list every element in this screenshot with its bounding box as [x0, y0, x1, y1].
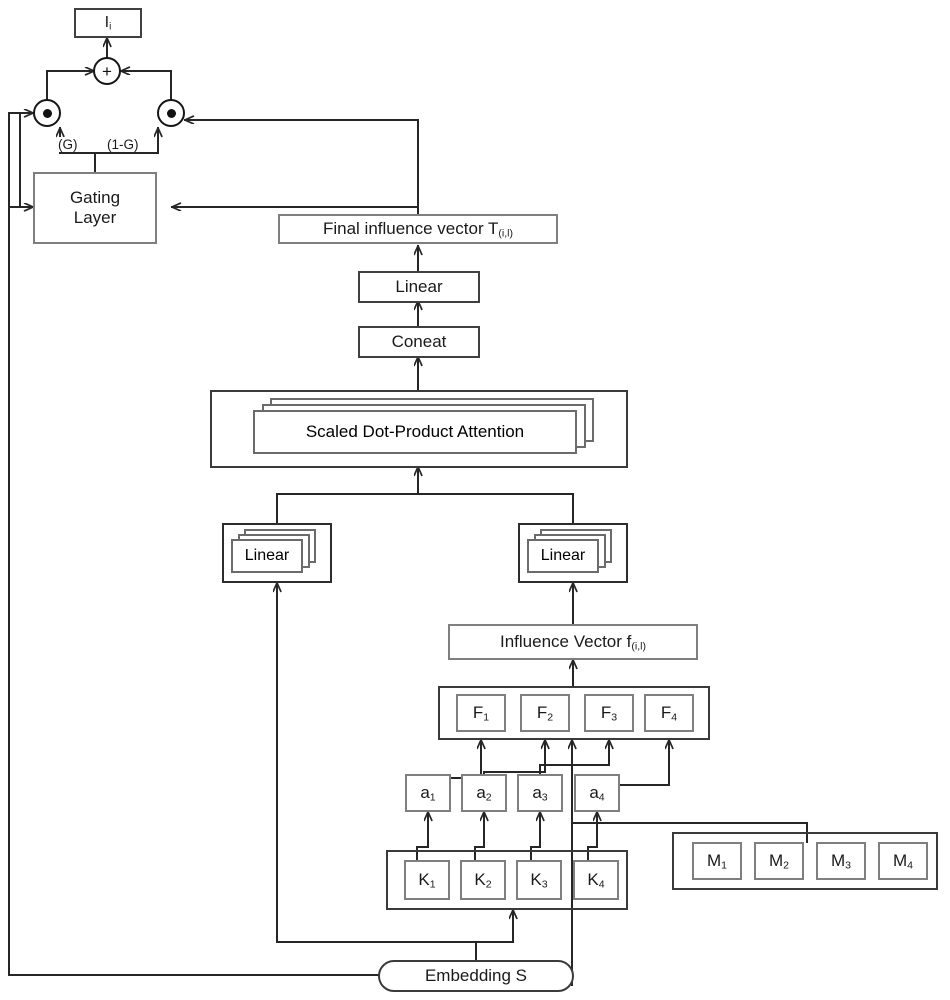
attention-stack: Scaled Dot-Product Attention — [210, 390, 628, 468]
k-box-2: K2 — [460, 860, 506, 900]
m-box-2-label: M2 — [768, 850, 790, 872]
f-box-2-label: F2 — [536, 702, 554, 724]
diagram-canvas: Ii + (G) (1-G) Gating Layer Final influe… — [0, 0, 950, 1000]
gate-label-1-G: (1-G) — [106, 137, 140, 152]
concat-label: Coneat — [391, 332, 447, 352]
m-box-2: M2 — [754, 842, 804, 880]
embedding-s-label: Embedding S — [424, 966, 528, 985]
attention-label: Scaled Dot-Product Attention — [305, 422, 525, 441]
a-box-3: a3 — [517, 774, 563, 812]
a-box-2: a2 — [461, 774, 507, 812]
m-box-1-label: M1 — [706, 850, 728, 872]
concat-box: Coneat — [358, 326, 480, 358]
linear-left-label: Linear — [244, 547, 290, 564]
influence-vector-box: Influence Vector f(i,l) — [448, 624, 698, 660]
linear-top-label: Linear — [395, 277, 443, 297]
k-box-4: K4 — [573, 860, 619, 900]
a-box-3-label: a3 — [532, 782, 548, 804]
k-box-2-label: K2 — [474, 869, 492, 891]
m-box-4-label: M4 — [892, 850, 914, 872]
f-box-3-label: F3 — [600, 702, 618, 724]
k-box-4-label: K4 — [587, 869, 605, 891]
k-box-1-label: K1 — [418, 869, 436, 891]
final-influence-vector-box: Final influence vector T(i,l) — [278, 214, 558, 244]
gating-layer-box: Gating Layer — [33, 172, 157, 244]
embedding-s-node: Embedding S — [378, 960, 574, 992]
dot-icon — [42, 108, 52, 118]
a-box-4-label: a4 — [589, 782, 605, 804]
multiply-operator-right — [157, 99, 185, 127]
m-box-1: M1 — [692, 842, 742, 880]
k-box-1: K1 — [404, 860, 450, 900]
k-box-3: K3 — [516, 860, 562, 900]
m-box-4: M4 — [878, 842, 928, 880]
plus-icon: + — [102, 61, 112, 81]
gating-layer-label-line2: Layer — [73, 208, 117, 227]
k-box-3-label: K3 — [530, 869, 548, 891]
output-label: Ii — [104, 13, 112, 33]
final-influence-vector-label: Final influence vector T(i,l) — [322, 218, 514, 240]
linear-right-label: Linear — [540, 547, 586, 564]
output-box-Ii: Ii — [74, 8, 142, 38]
linear-right-sheet-front: Linear — [527, 539, 599, 573]
multiply-operator-left — [33, 99, 61, 127]
a-box-2-label: a2 — [476, 782, 492, 804]
dot-icon — [166, 108, 176, 118]
f-box-2: F2 — [520, 694, 570, 732]
m-box-3-label: M3 — [830, 850, 852, 872]
linear-top-box: Linear — [358, 271, 480, 303]
influence-vector-label: Influence Vector f(i,l) — [500, 631, 646, 653]
gate-label-G: (G) — [57, 137, 79, 152]
m-box-3: M3 — [816, 842, 866, 880]
a-box-1: a1 — [405, 774, 451, 812]
linear-left-stack: Linear — [222, 523, 332, 583]
linear-right-stack: Linear — [518, 523, 628, 583]
f-box-1: F1 — [456, 694, 506, 732]
a-box-1-label: a1 — [420, 782, 436, 804]
gating-layer-label-line1: Gating — [69, 188, 121, 208]
f-box-4: F4 — [644, 694, 694, 732]
a-box-4: a4 — [574, 774, 620, 812]
attention-sheet-front: Scaled Dot-Product Attention — [253, 410, 577, 454]
add-operator: + — [93, 57, 121, 85]
linear-left-sheet-front: Linear — [231, 539, 303, 573]
f-box-4-label: F4 — [660, 702, 678, 724]
f-box-3: F3 — [584, 694, 634, 732]
f-box-1-label: F1 — [472, 702, 490, 724]
